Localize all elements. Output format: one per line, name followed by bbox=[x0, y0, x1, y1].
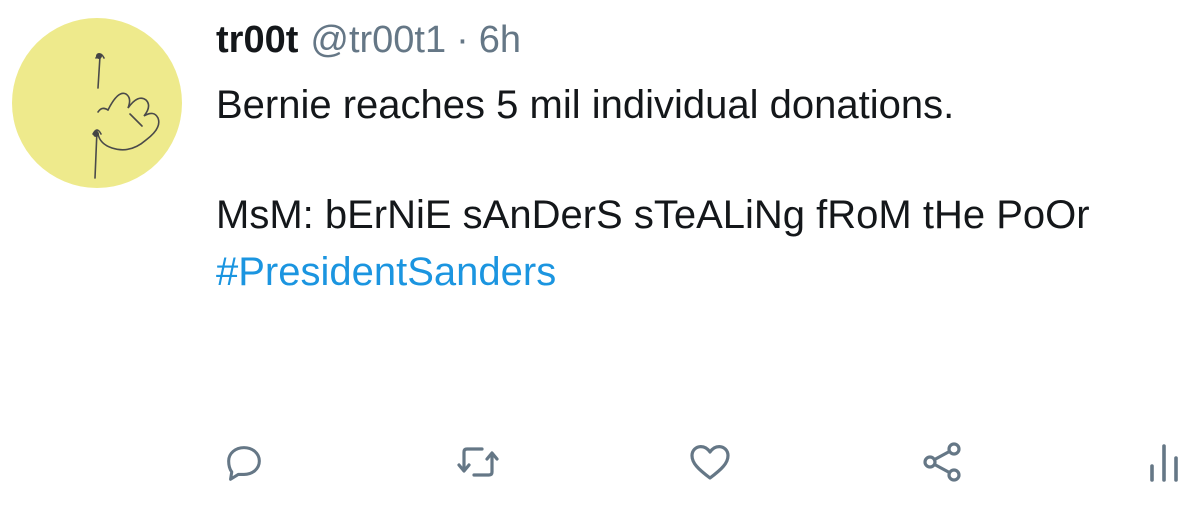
avatar[interactable] bbox=[12, 18, 182, 188]
tweet-header: tr00t @tr00t1 · 6h bbox=[216, 14, 1176, 66]
retweet-icon bbox=[457, 447, 499, 477]
share-icon bbox=[923, 442, 961, 482]
separator-dot: · bbox=[456, 19, 469, 61]
tweet-card[interactable]: tr00t @tr00t1 · 6h Bernie reaches 5 mil … bbox=[0, 0, 1200, 510]
author-handle[interactable]: @tr00t1 bbox=[310, 14, 446, 66]
analytics-button[interactable] bbox=[1134, 432, 1194, 492]
author-name[interactable]: tr00t bbox=[216, 14, 298, 66]
reply-icon bbox=[227, 446, 261, 481]
tweet-timestamp[interactable]: 6h bbox=[479, 14, 521, 66]
tweet-text-line-2: MsM: bErNiE sAnDerS sTeALiNg fRoM tHe Po… bbox=[216, 193, 1090, 237]
avatar-drawing bbox=[92, 53, 160, 179]
reply-button[interactable] bbox=[214, 432, 274, 492]
retweet-button[interactable] bbox=[448, 432, 508, 492]
heart-icon bbox=[690, 445, 730, 480]
share-button[interactable] bbox=[912, 432, 972, 492]
tweet-content: tr00t @tr00t1 · 6h Bernie reaches 5 mil … bbox=[216, 14, 1176, 300]
analytics-icon bbox=[1150, 444, 1178, 482]
tweet-text: Bernie reaches 5 mil individual donation… bbox=[216, 78, 1176, 243]
tweet-text-line-1: Bernie reaches 5 mil individual donation… bbox=[216, 83, 955, 127]
tweet-actions bbox=[214, 432, 1178, 492]
like-button[interactable] bbox=[680, 432, 740, 492]
hashtag-link[interactable]: #PresidentSanders bbox=[216, 245, 1176, 300]
